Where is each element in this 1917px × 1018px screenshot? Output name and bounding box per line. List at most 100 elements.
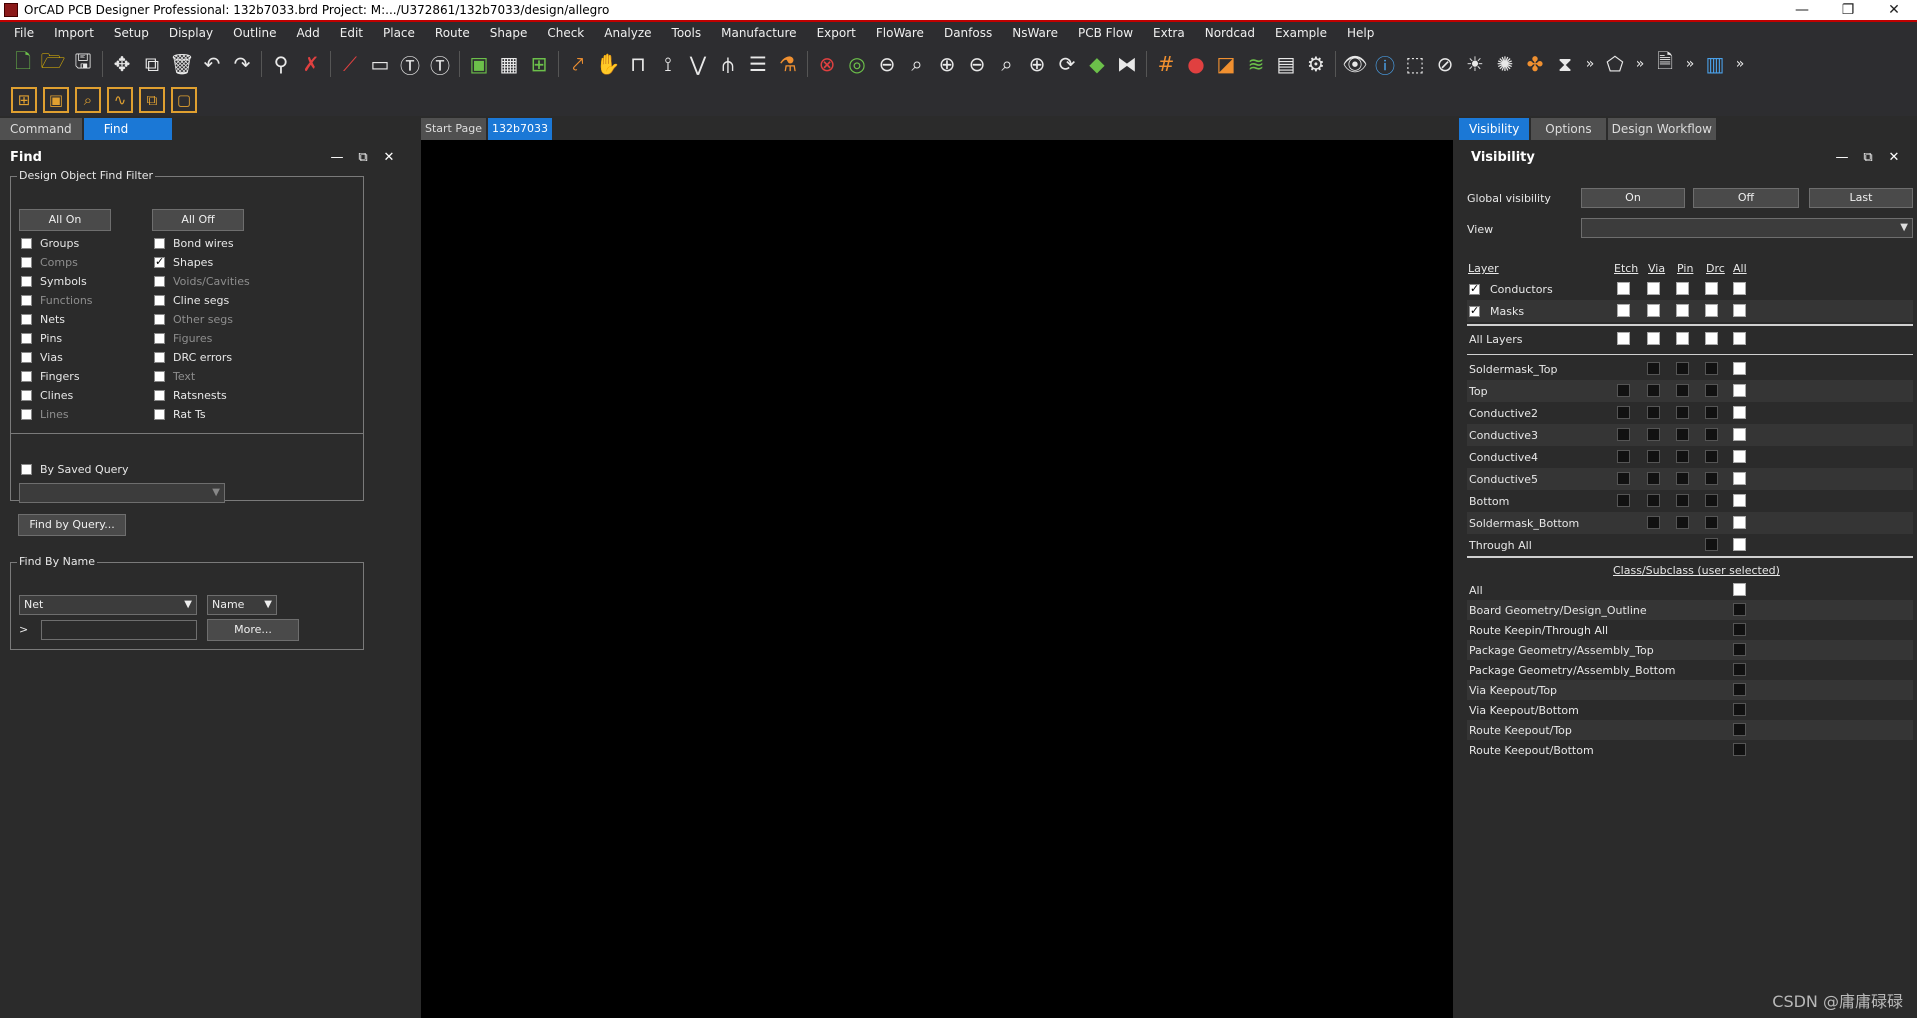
part-icon[interactable]: ▣ (43, 87, 69, 113)
filter-checkbox-fingers[interactable]: Fingers (21, 368, 80, 384)
place-component-icon[interactable]: ▣ (465, 50, 493, 78)
tab-options[interactable]: Options (1531, 118, 1606, 140)
zoom-out-2-icon[interactable]: ⊖ (963, 50, 991, 78)
filter-checkbox-clines[interactable]: Clines (21, 387, 73, 403)
checkbox[interactable] (21, 313, 32, 325)
global-last-button[interactable]: Last (1809, 188, 1913, 208)
class-visibility-toggle[interactable] (1733, 643, 1746, 656)
filter-checkbox-symbols[interactable]: Symbols (21, 273, 87, 289)
zoom-fit-icon[interactable]: ⌕ (903, 50, 931, 78)
checkbox[interactable] (21, 275, 32, 287)
layer-toggle-all[interactable] (1733, 450, 1746, 463)
filter-checkbox-rat-ts[interactable]: Rat Ts (154, 406, 206, 422)
layer-toggle-all[interactable] (1733, 472, 1746, 485)
layer-toggle-via[interactable] (1647, 516, 1660, 529)
layer-toggle-drc[interactable] (1705, 538, 1718, 551)
checkbox[interactable] (154, 408, 165, 420)
menu-add[interactable]: Add (287, 26, 330, 40)
layer-toggle-via[interactable] (1647, 450, 1660, 463)
more-button[interactable]: More... (207, 619, 299, 641)
toggle-all[interactable] (1733, 282, 1746, 295)
filter-checkbox-voids-cavities[interactable]: Voids/Cavities (154, 273, 250, 289)
copy-icon[interactable]: ⧉ (138, 50, 166, 78)
restore-button[interactable]: ❐ (1825, 0, 1871, 21)
checkbox[interactable] (21, 370, 32, 382)
export-icon[interactable]: ⧉ (139, 87, 165, 113)
checkbox[interactable] (154, 294, 165, 306)
menu-outline[interactable]: Outline (223, 26, 286, 40)
tab-visibility[interactable]: Visibility (1459, 118, 1530, 140)
checkbox[interactable] (21, 294, 32, 306)
all-layers-toggle-pin[interactable] (1676, 332, 1689, 345)
redraw-icon[interactable]: ⟳ (1053, 50, 1081, 78)
filter-checkbox-shapes[interactable]: Shapes (154, 254, 213, 270)
assign-color-icon[interactable]: ✤ (1521, 50, 1549, 78)
menu-nordcad[interactable]: Nordcad (1195, 26, 1265, 40)
layer-toggle-via[interactable] (1647, 384, 1660, 397)
filter-checkbox-text[interactable]: Text (154, 368, 195, 384)
route-connect-icon[interactable]: ⤤ (564, 50, 592, 78)
checkbox[interactable] (154, 255, 165, 268)
view-select[interactable]: ▼ (1581, 218, 1913, 238)
layer-toggle-pin[interactable] (1676, 428, 1689, 441)
toggle-via[interactable] (1647, 304, 1660, 317)
class-visibility-toggle[interactable] (1733, 743, 1746, 756)
name-type-select[interactable]: Net ▼ (19, 595, 197, 615)
menu-tools[interactable]: Tools (662, 26, 712, 40)
menu-manufacture[interactable]: Manufacture (711, 26, 806, 40)
layer-toggle-pin[interactable] (1676, 362, 1689, 375)
shadow-icon[interactable]: ◪ (1212, 50, 1240, 78)
overflow-chevron-2-icon[interactable]: » (1631, 50, 1649, 78)
tab-command[interactable]: Command (0, 118, 82, 140)
menu-example[interactable]: Example (1265, 26, 1337, 40)
minimize-button[interactable]: — (1779, 0, 1825, 21)
filter-checkbox-bond-wires[interactable]: Bond wires (154, 235, 234, 251)
filter-checkbox-nets[interactable]: Nets (21, 311, 65, 327)
layer-toggle-pin[interactable] (1676, 450, 1689, 463)
pin-icon[interactable]: ⚲ (267, 50, 295, 78)
checkbox[interactable] (21, 237, 32, 249)
class-visibility-toggle[interactable] (1733, 683, 1746, 696)
global-off-button[interactable]: Off (1693, 188, 1799, 208)
layer-toggle-pin[interactable] (1676, 384, 1689, 397)
close-panel-icon[interactable]: ✕ (376, 150, 402, 165)
filter-checkbox-figures[interactable]: Figures (154, 330, 212, 346)
float-panel-icon[interactable]: ⧉ (1855, 150, 1881, 165)
place-manual-icon[interactable]: ⊞ (525, 50, 553, 78)
zoom-center-icon[interactable]: ⊕ (1023, 50, 1051, 78)
menu-route[interactable]: Route (425, 26, 480, 40)
filter-checkbox-cline-segs[interactable]: Cline segs (154, 292, 229, 308)
layer-toggle-etch[interactable] (1617, 406, 1630, 419)
layer-toggle-drc[interactable] (1705, 494, 1718, 507)
filter-checkbox-vias[interactable]: Vias (21, 349, 63, 365)
saved-query-select[interactable]: ▼ (19, 483, 225, 503)
measure-icon[interactable]: ⊘ (1431, 50, 1459, 78)
info-icon[interactable]: ⓘ (1371, 50, 1399, 78)
dehighlight-icon[interactable]: ✺ (1491, 50, 1519, 78)
add-text-icon[interactable]: Ⓣ (396, 50, 424, 78)
filter-checkbox-pins[interactable]: Pins (21, 330, 62, 346)
zoom-in-icon[interactable]: ⊕ (933, 50, 961, 78)
save-icon[interactable]: 🖫 (69, 49, 97, 78)
menu-floware[interactable]: FloWare (866, 26, 934, 40)
layer-toggle-drc[interactable] (1705, 384, 1718, 397)
class-visibility-toggle[interactable] (1733, 663, 1746, 676)
grid-icon[interactable]: # (1152, 50, 1180, 78)
spread-icon[interactable]: ☰ (744, 50, 772, 78)
class-visibility-toggle[interactable] (1733, 583, 1746, 596)
visibility-eye-icon[interactable]: 👁 (1341, 50, 1369, 78)
package-icon[interactable]: ⬚ (1401, 50, 1429, 78)
highlight-icon[interactable]: ☀ (1461, 50, 1489, 78)
layer-toggle-all[interactable] (1733, 538, 1746, 551)
layer-toggle-via[interactable] (1647, 472, 1660, 485)
find-by-query-button[interactable]: Find by Query... (18, 514, 126, 536)
unpin-icon[interactable]: ✗ (297, 50, 325, 78)
name-mode-select[interactable]: Name ▼ (207, 595, 277, 615)
layer-toggle-all[interactable] (1733, 384, 1746, 397)
menu-analyze[interactable]: Analyze (594, 26, 661, 40)
checkbox[interactable] (21, 351, 32, 363)
layer-toggle-pin[interactable] (1676, 516, 1689, 529)
3d-view-icon[interactable]: ◆ (1083, 50, 1111, 78)
checkbox[interactable] (154, 351, 165, 363)
toggle-via[interactable] (1647, 282, 1660, 295)
